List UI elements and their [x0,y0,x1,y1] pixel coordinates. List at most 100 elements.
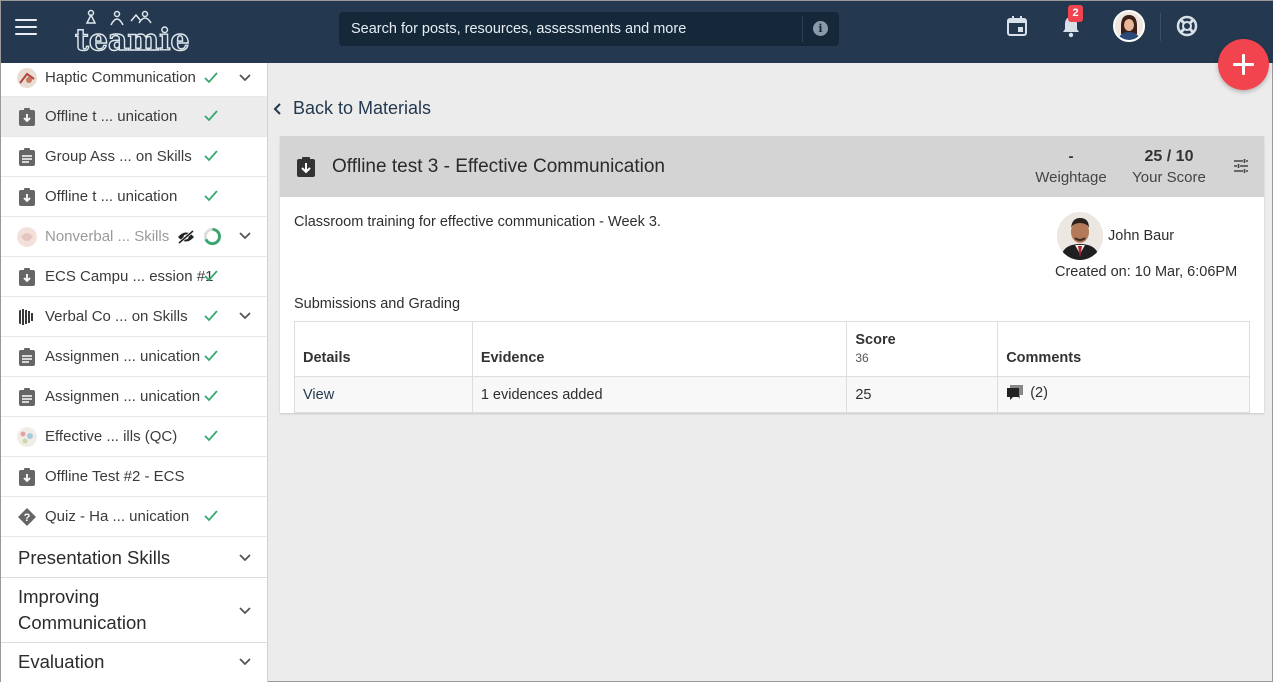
sidebar-item-haptic[interactable]: Haptic Communication [1,63,267,97]
check-icon [204,150,218,162]
sidebar-item-label: Assignmen ... unication [45,348,201,365]
sidebar-item-label: Quiz - Ha ... unication [45,508,190,525]
sidebar-item-label: Assignmen ... unication [45,388,201,405]
back-label: Back to Materials [293,98,432,118]
check-icon [204,110,218,122]
col-header-details: Details [294,321,473,377]
col-header-score: Score 36 [846,321,999,377]
col-header-comments: Comments [997,321,1250,377]
author-avatar[interactable] [1057,212,1103,260]
assignment-icon [19,148,35,166]
score-max: 36 [855,351,869,365]
sidebar-item-offline-test-3[interactable]: Offline t ... unication [1,97,267,137]
table-header-row: Details Evidence Score 36 Comments [294,321,1250,377]
sidebar-item-label: Offline Test #2 - ECS [45,468,185,485]
score-header-label: Score [855,332,896,348]
sidebar-item-assignment-1[interactable]: Assignmen ... unication [1,337,267,377]
teamie-logo[interactable]: teamie [73,9,190,59]
section-evaluation[interactable]: Evaluation [1,643,267,682]
check-icon [204,350,218,362]
chevron-left-icon [273,103,281,115]
sidebar-item-effective-skills[interactable]: Effective ... ills (QC) [1,417,267,457]
sidebar-item-nonverbal[interactable]: Nonverbal ... Skills [1,217,267,257]
chevron-down-icon[interactable] [239,230,251,242]
sidebar-item-label: Offline t ... unication [45,188,178,205]
check-icon [204,270,218,282]
topbar-divider [1160,13,1161,41]
submissions-title: Submissions and Grading [294,296,461,312]
image-thumb-icon [17,227,37,247]
chevron-down-icon[interactable] [239,605,251,617]
offline-test-icon [19,108,35,126]
offline-test-icon [19,468,35,486]
chevron-down-icon[interactable] [239,656,251,668]
section-label: Improving Communication [18,586,147,633]
check-icon [204,510,218,522]
section-label: Evaluation [18,651,105,672]
sidebar-item-offline-test-2[interactable]: Offline Test #2 - ECS [1,457,267,497]
created-on: Created on: 10 Mar, 6:06PM [1055,264,1238,280]
hamburger-menu-icon[interactable] [15,19,37,37]
sidebar-item-verbal[interactable]: Verbal Co ... on Skills [1,297,267,337]
check-icon [204,72,218,84]
offline-test-icon [297,157,315,177]
sidebar-item-ecs-campus[interactable]: ECS Campu ... ession #1 [1,257,267,297]
score-label: Your Score [1132,169,1206,186]
search-bar[interactable]: Search for posts, resources, assessments… [339,12,839,46]
svg-text:?: ? [24,512,31,524]
score-cell: 25 [846,376,999,413]
search-divider [802,16,803,42]
details-cell: View [294,376,473,413]
sidebar: Haptic Communication Offline t ... unica… [1,63,268,682]
quiz-icon: ? [18,508,36,526]
sidebar-item-quiz[interactable]: ? Quiz - Ha ... unication [1,497,267,537]
chevron-down-icon[interactable] [239,72,251,84]
assessment-description: Classroom training for effective communi… [294,214,661,230]
section-label: Presentation Skills [18,547,171,568]
offline-test-icon [19,188,35,206]
check-icon [204,190,218,202]
comments-button[interactable]: (2) [1006,384,1048,402]
card-header: Offline test 3 - Effective Communication… [280,136,1264,197]
chevron-down-icon[interactable] [239,552,251,564]
section-presentation-skills[interactable]: Presentation Skills [1,538,267,578]
settings-sliders-icon[interactable] [1233,158,1249,174]
sidebar-item-label: ECS Campu ... ession #1 [45,268,214,285]
sidebar-item-assignment-2[interactable]: Assignmen ... unication [1,377,267,417]
user-avatar[interactable] [1113,10,1145,42]
assignment-icon [19,388,35,406]
check-icon [204,390,218,402]
weightage-value: - [1068,148,1074,165]
submissions-table: Details Evidence Score 36 Comments View … [294,321,1250,413]
help-lifebuoy-icon[interactable] [1176,15,1198,37]
check-icon [204,310,218,322]
comments-count: (2) [1030,384,1048,401]
hidden-eye-icon [178,230,194,244]
sidebar-item-group-assignment[interactable]: Group Ass ... on Skills [1,137,267,177]
image-thumb-icon [17,427,37,447]
sidebar-item-label: Verbal Co ... on Skills [45,308,188,325]
assessment-card: Offline test 3 - Effective Communication… [280,136,1264,413]
sidebar-item-offline-test[interactable]: Offline t ... unication [1,177,267,217]
author-name[interactable]: John Baur [1108,228,1174,244]
section-improving-communication[interactable]: Improving Communication [1,578,267,643]
search-input[interactable]: Search for posts, resources, assessments… [351,21,686,37]
add-fab-button[interactable] [1218,39,1269,90]
col-header-evidence: Evidence [471,321,848,377]
calendar-icon[interactable] [1006,15,1028,37]
sound-wave-icon [17,307,37,327]
chevron-down-icon[interactable] [239,310,251,322]
info-icon[interactable]: i [813,21,828,36]
progress-ring-icon [203,227,222,246]
comments-cell: (2) [997,376,1250,413]
sidebar-item-label: Haptic Communication [45,69,196,86]
check-icon [204,430,218,442]
score-value: 25 / 10 [1144,148,1194,165]
view-link[interactable]: View [303,387,334,403]
assignment-icon [19,348,35,366]
sidebar-item-label: Nonverbal ... Skills [45,228,170,245]
assessment-title: Offline test 3 - Effective Communication [332,156,666,177]
logo-text: teamie [74,22,190,58]
table-row: View 1 evidences added 25 (2) [294,376,1250,413]
weightage-label: Weightage [1035,169,1107,186]
